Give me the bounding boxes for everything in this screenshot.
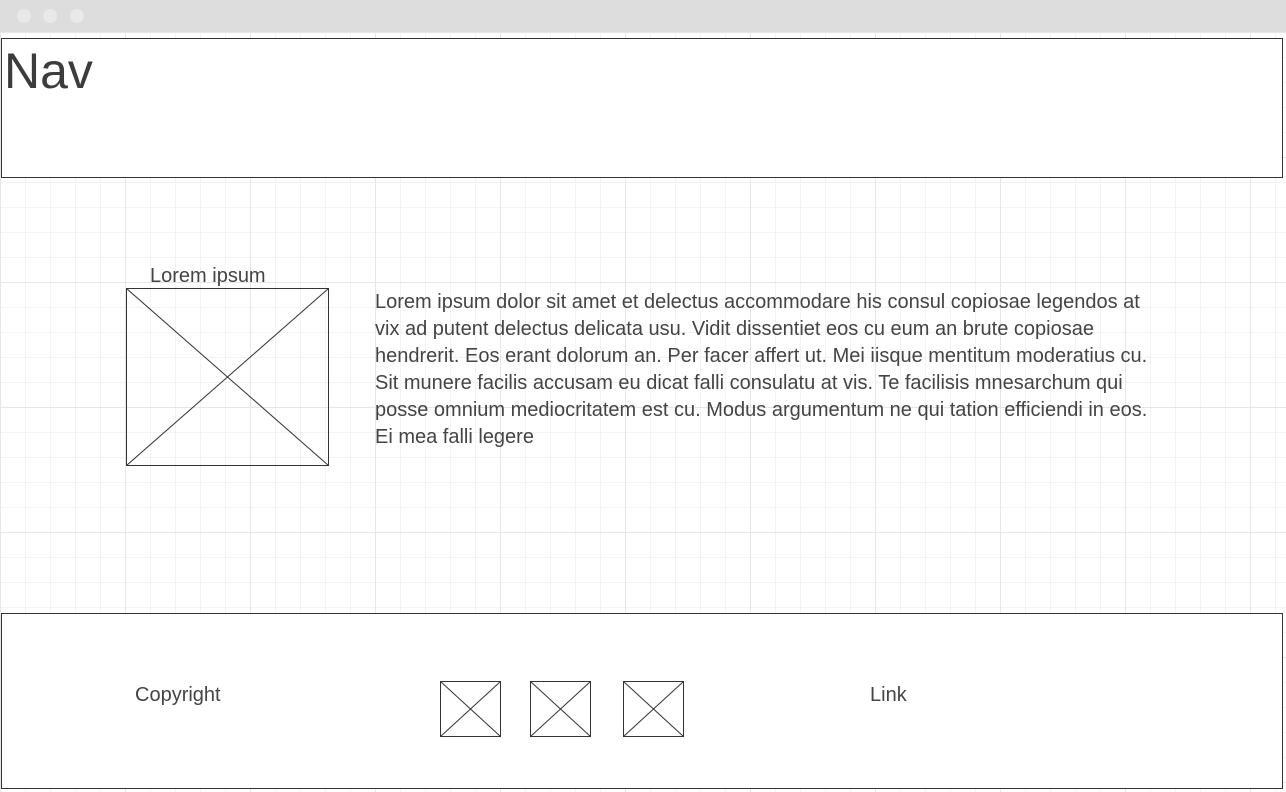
social-icon-placeholder-1[interactable] (440, 681, 501, 737)
window-close-dot[interactable] (17, 9, 31, 23)
body-paragraph: Lorem ipsum dolor sit amet et delectus a… (375, 291, 1148, 448)
nav-bar: Nav (1, 38, 1283, 178)
image-placeholder (126, 288, 329, 466)
window-minimize-dot[interactable] (43, 9, 57, 23)
social-icon-placeholder-2[interactable] (530, 681, 591, 737)
window-titlebar (0, 0, 1286, 32)
social-icon-placeholder-3[interactable] (623, 681, 684, 737)
window-zoom-dot[interactable] (70, 9, 84, 23)
footer-link[interactable]: Link (870, 683, 907, 707)
nav-title: Nav (4, 43, 93, 99)
footer-copyright: Copyright (135, 684, 221, 706)
image-caption: Lorem ipsum (150, 265, 266, 287)
